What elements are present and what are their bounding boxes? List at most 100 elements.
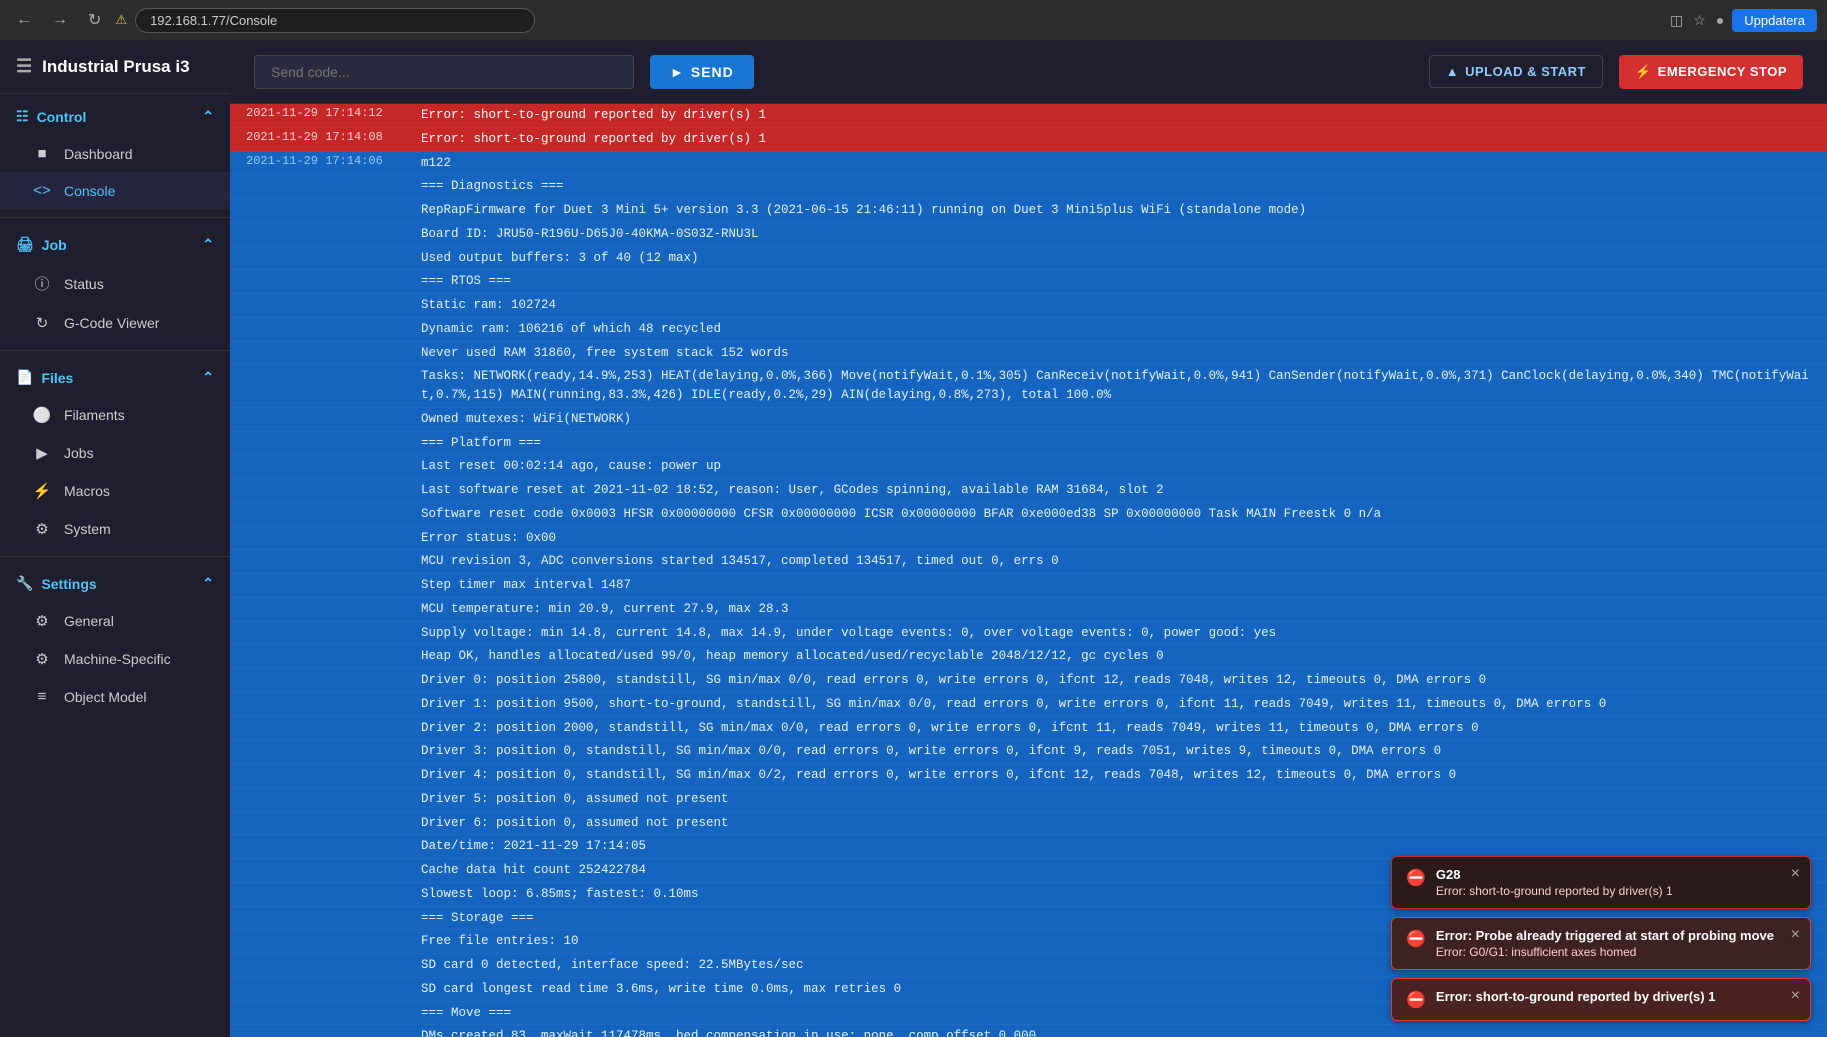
error-circle-icon: ⛔ (1406, 868, 1426, 888)
console-timestamp (246, 505, 421, 524)
console-timestamp (246, 201, 421, 220)
console-message: Error status: 0x00 (421, 529, 1811, 548)
console-message: Error: short-to-ground reported by drive… (421, 130, 1811, 149)
back-button[interactable]: ← (10, 7, 38, 33)
console-row: === Diagnostics === (230, 175, 1827, 199)
send-code-input[interactable] (254, 55, 634, 89)
console-row: MCU revision 3, ADC conversions started … (230, 550, 1827, 574)
console-message: Driver 6: position 0, assumed not presen… (421, 814, 1811, 833)
notification-title-2: Error: Probe already triggered at start … (1436, 928, 1774, 943)
print-icon: 🖨 (16, 236, 34, 253)
console-timestamp (246, 457, 421, 476)
console-timestamp (246, 367, 421, 405)
bookmark-icon: ☆ (1693, 12, 1706, 29)
console-timestamp (246, 1027, 421, 1037)
console-message: m122 (421, 154, 1811, 173)
sidebar-section-header-settings[interactable]: 🔧 Settings ⌃ (0, 565, 230, 602)
browser-icons: ◫ ☆ ● (1670, 12, 1724, 29)
console-timestamp (246, 576, 421, 595)
chevron-up-icon-settings: ⌃ (202, 575, 214, 592)
chevron-up-icon-job: ⌃ (202, 236, 214, 253)
console-timestamp (246, 837, 421, 856)
notification-close-btn-2[interactable]: × (1791, 926, 1800, 944)
console-message: Used output buffers: 3 of 40 (12 max) (421, 249, 1811, 268)
sidebar-item-general[interactable]: ⚙ General (0, 602, 230, 640)
console-message: === Diagnostics === (421, 177, 1811, 196)
console-row: Last reset 00:02:14 ago, cause: power up (230, 455, 1827, 479)
console-timestamp (246, 272, 421, 291)
notification-close-btn-3[interactable]: × (1791, 987, 1800, 1005)
notification-title: G28 (1436, 867, 1673, 882)
notification-close-btn[interactable]: × (1791, 865, 1800, 883)
chevron-up-icon-files: ⌃ (202, 369, 214, 386)
console-timestamp (246, 695, 421, 714)
sidebar-item-system[interactable]: ⚙ System (0, 510, 230, 548)
console-timestamp (246, 225, 421, 244)
sidebar-item-dashboard[interactable]: ■ Dashboard (0, 135, 230, 172)
wrench-icon: 🔧 (16, 575, 33, 592)
send-button[interactable]: ► SEND (650, 55, 754, 89)
console-timestamp (246, 624, 421, 643)
sidebar-section-header-files[interactable]: 📄 Files ⌃ (0, 359, 230, 396)
console-message: Step timer max interval 1487 (421, 576, 1811, 595)
console-row: Supply voltage: min 14.8, current 14.8, … (230, 622, 1827, 646)
sidebar-item-machine-specific[interactable]: ⚙ Machine-Specific (0, 640, 230, 678)
sidebar-section-header-job[interactable]: 🖨 Job ⌃ (0, 226, 230, 263)
console-timestamp (246, 766, 421, 785)
console-message: Driver 1: position 9500, short-to-ground… (421, 695, 1811, 714)
notification-body: Error: short-to-ground reported by drive… (1436, 884, 1673, 898)
sidebar-item-object-model[interactable]: ≡ Object Model (0, 678, 230, 715)
console-timestamp (246, 1004, 421, 1023)
flash-icon: ⚡ (1635, 64, 1652, 80)
sidebar-item-console[interactable]: <> Console (0, 172, 230, 209)
sidebar-section-settings: 🔧 Settings ⌃ ⚙ General ⚙ Machine-Specifi… (0, 561, 230, 719)
forward-button[interactable]: → (46, 7, 74, 33)
console-timestamp (246, 742, 421, 761)
sidebar-item-filaments[interactable]: ⚪ Filaments (0, 396, 230, 434)
console-timestamp: 2021-11-29 17:14:12 (246, 106, 421, 125)
machine-icon: ⚙ (32, 650, 52, 668)
console-message: Driver 4: position 0, standstill, SG min… (421, 766, 1811, 785)
hamburger-icon[interactable]: ☰ (16, 56, 32, 77)
console-message: Never used RAM 31860, free system stack … (421, 344, 1811, 363)
notification-short: ⛔ Error: short-to-ground reported by dri… (1391, 978, 1811, 1021)
notification-probe: ⛔ Error: Probe already triggered at star… (1391, 917, 1811, 970)
notification-content: G28 Error: short-to-ground reported by d… (1436, 867, 1673, 898)
console-row: Last software reset at 2021-11-02 18:52,… (230, 479, 1827, 503)
upload-start-button[interactable]: ▲ UPLOAD & START (1429, 55, 1603, 88)
console-timestamp (246, 719, 421, 738)
sidebar-section-header-control[interactable]: ☷ Control ⌃ (0, 98, 230, 135)
url-bar[interactable]: 192.168.1.77/Console (135, 8, 535, 33)
sidebar-section-control: ☷ Control ⌃ ■ Dashboard <> Console (0, 94, 230, 213)
emergency-stop-button[interactable]: ⚡ EMERGENCY STOP (1619, 55, 1803, 89)
system-icon: ⚙ (32, 520, 52, 538)
console-row: Used output buffers: 3 of 40 (12 max) (230, 247, 1827, 271)
console-timestamp (246, 249, 421, 268)
error-circle-icon-2: ⛔ (1406, 929, 1426, 949)
update-button[interactable]: Uppdatera (1732, 9, 1817, 32)
console-timestamp (246, 296, 421, 315)
console-message: DMs created 83, maxWait 117478ms, bed co… (421, 1027, 1811, 1037)
sidebar-item-macros[interactable]: ⚡ Macros (0, 472, 230, 510)
browser-bar: ← → ↻ ⚠ 192.168.1.77/Console ◫ ☆ ● Uppda… (0, 0, 1827, 40)
macros-icon: ⚡ (32, 482, 52, 500)
console-timestamp (246, 980, 421, 999)
notification-content-2: Error: Probe already triggered at start … (1436, 928, 1774, 959)
sidebar-item-status[interactable]: ⓘ Status (0, 263, 230, 304)
sidebar-item-jobs[interactable]: ▶ Jobs (0, 434, 230, 472)
app-title: Industrial Prusa i3 (42, 57, 189, 77)
console-timestamp (246, 600, 421, 619)
grid-icon: ☷ (16, 108, 29, 125)
console-row: Never used RAM 31860, free system stack … (230, 342, 1827, 366)
console-timestamp: 2021-11-29 17:14:08 (246, 130, 421, 149)
general-icon: ⚙ (32, 612, 52, 630)
reload-button[interactable]: ↻ (82, 6, 107, 34)
notifications-container: ⛔ G28 Error: short-to-ground reported by… (1391, 856, 1811, 1021)
console-row: Board ID: JRU50-R196U-D65J0-40KMA-0S03Z-… (230, 223, 1827, 247)
app-container: ☰ Industrial Prusa i3 ☷ Control ⌃ ■ Dash… (0, 40, 1827, 1037)
gcode-icon: ↻ (32, 314, 52, 332)
filaments-icon: ⚪ (32, 406, 52, 424)
console-row: Software reset code 0x0003 HFSR 0x000000… (230, 503, 1827, 527)
sidebar-item-gcode-viewer[interactable]: ↻ G-Code Viewer (0, 304, 230, 342)
console-message: Tasks: NETWORK(ready,14.9%,253) HEAT(del… (421, 367, 1811, 405)
